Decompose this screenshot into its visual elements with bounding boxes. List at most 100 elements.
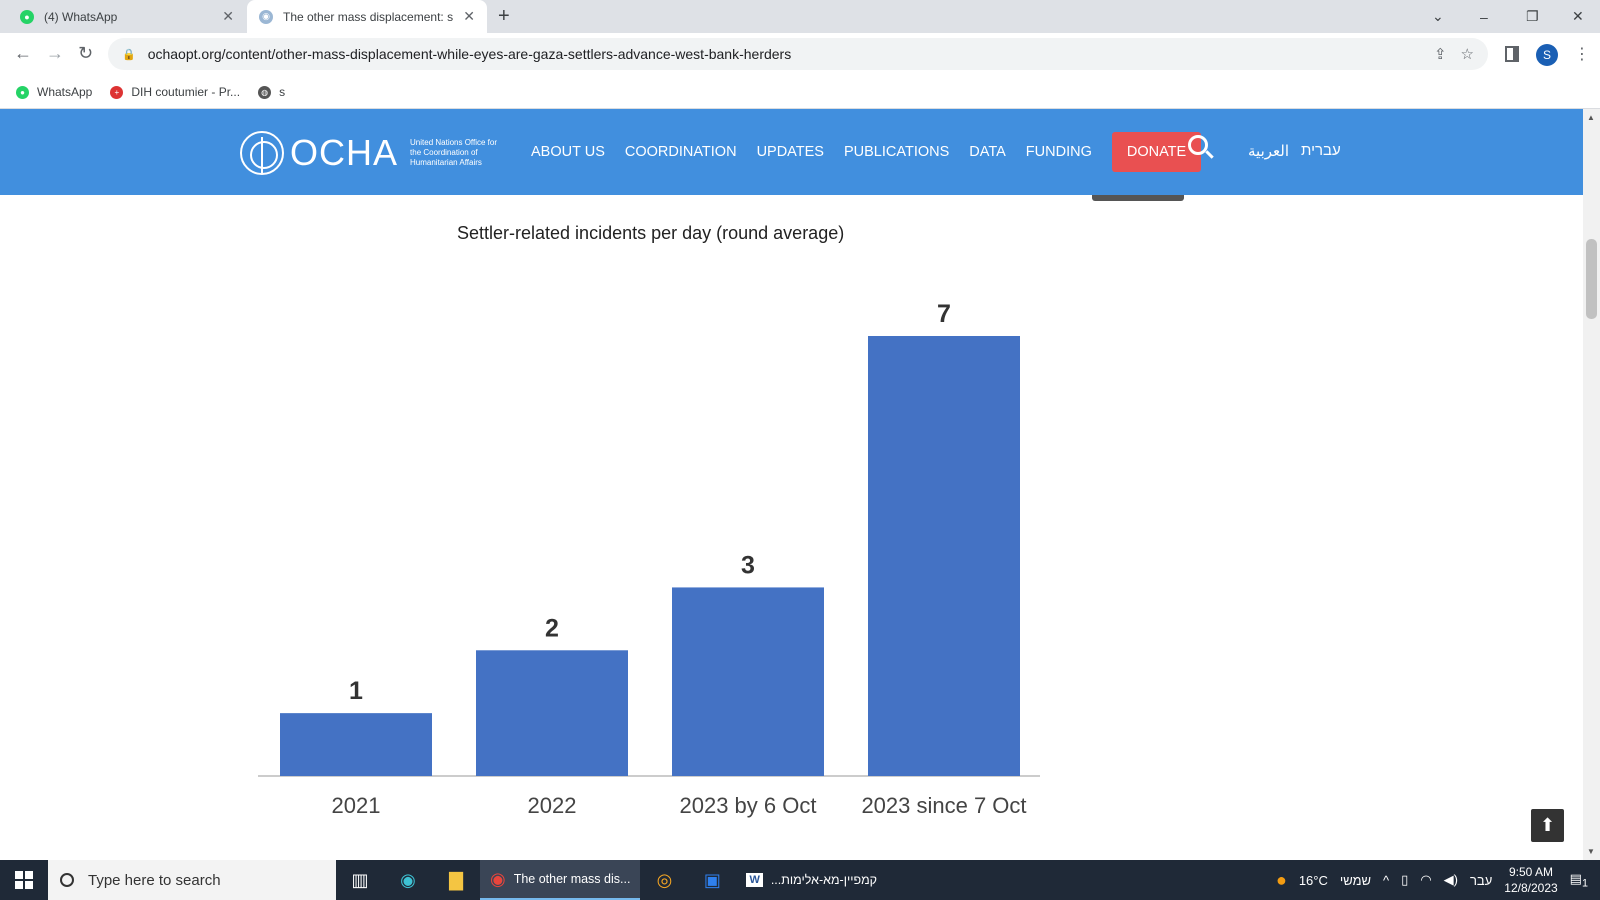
data-label: 3 xyxy=(741,551,755,579)
menu-item-data[interactable]: DATA xyxy=(969,144,1006,160)
volume-icon[interactable]: ◀) xyxy=(1444,872,1458,888)
bar xyxy=(672,587,824,776)
minimize-icon[interactable]: – xyxy=(1480,0,1488,33)
scroll-up-icon[interactable]: ▲ xyxy=(1587,113,1595,122)
x-tick-label: 2021 xyxy=(332,793,381,818)
edge-icon[interactable]: ◉ xyxy=(384,860,432,900)
bookmarks-bar: ● WhatsApp + DIH coutumier - Pr... ◍ s xyxy=(0,76,1600,109)
notifications-icon[interactable]: ▤1 xyxy=(1570,871,1588,890)
page-viewport: OCHA United Nations Office for the Coord… xyxy=(0,109,1583,860)
taskbar-app-chrome[interactable]: ◉ The other mass dis... xyxy=(480,860,641,900)
windows-logo-icon xyxy=(15,871,33,889)
logo-wordmark: OCHA xyxy=(290,132,399,173)
red-cross-icon: + xyxy=(110,85,124,99)
side-panel-icon[interactable] xyxy=(1505,46,1519,62)
un-emblem-icon xyxy=(240,131,284,175)
task-view-icon[interactable]: ▥ xyxy=(336,860,384,900)
chrome-icon: ◉ xyxy=(490,868,506,889)
bar xyxy=(280,713,432,776)
word-icon: W xyxy=(746,873,763,887)
data-label: 1 xyxy=(349,677,363,705)
x-tick-label: 2023 by 6 Oct xyxy=(680,793,817,818)
start-button[interactable] xyxy=(0,860,48,900)
address-bar[interactable]: 🔒 ochaopt.org/content/other-mass-displac… xyxy=(108,38,1488,70)
profile-avatar[interactable]: S xyxy=(1536,44,1558,66)
bar-chart: 1 2021 2 2022 3 2023 by 6 Oct 7 2023 since 7 Oc… xyxy=(258,300,1040,818)
wifi-icon[interactable]: ◠ xyxy=(1420,872,1431,888)
input-language[interactable]: עבר xyxy=(1470,873,1492,888)
taskbar-app-label: The other mass dis... xyxy=(513,872,631,886)
page-scrollbar[interactable]: ▲ ▼ xyxy=(1583,109,1600,860)
x-tick-label: 2022 xyxy=(528,793,577,818)
tab-whatsapp[interactable]: ● (4) WhatsApp ✕ xyxy=(8,0,246,33)
device-icon[interactable]: ▯ xyxy=(1401,872,1408,888)
restore-icon[interactable]: ❐ xyxy=(1526,0,1539,33)
main-menu: ABOUT US COORDINATION UPDATES PUBLICATIO… xyxy=(531,109,1202,195)
data-label: 7 xyxy=(937,300,951,328)
clock-date: 12/8/2023 xyxy=(1504,881,1558,895)
menu-item-publications[interactable]: PUBLICATIONS xyxy=(844,144,949,160)
weather-temp[interactable]: 16°C xyxy=(1299,873,1328,888)
data-label: 2 xyxy=(545,614,559,642)
site-header: OCHA United Nations Office for the Coord… xyxy=(0,109,1583,195)
scrollbar-thumb[interactable] xyxy=(1586,239,1597,319)
scroll-to-top-button[interactable]: ⬆ xyxy=(1531,809,1564,842)
lang-hebrew[interactable]: עברית xyxy=(1301,142,1341,160)
logo-subtitle: United Nations Office for the Coordinati… xyxy=(410,138,498,167)
taskbar-app-label: ...קמפיין-מא-אלימות xyxy=(770,873,878,887)
clock[interactable]: 9:50 AM 12/8/2023 xyxy=(1504,864,1557,896)
bookmark-label: DIH coutumier - Pr... xyxy=(131,85,241,99)
search-icon xyxy=(60,873,74,887)
search-icon[interactable] xyxy=(1188,135,1208,155)
menu-item-funding[interactable]: FUNDING xyxy=(1026,144,1092,160)
x-tick-label: 2023 since 7 Oct xyxy=(861,793,1026,818)
taskbar-search[interactable]: Type here to search xyxy=(48,860,336,900)
menu-item-updates[interactable]: UPDATES xyxy=(757,144,824,160)
chevron-up-icon[interactable]: ^ xyxy=(1383,873,1389,888)
url-text: ochaopt.org/content/other-mass-displacem… xyxy=(147,46,792,62)
bookmark-dih[interactable]: + DIH coutumier - Pr... xyxy=(110,85,240,99)
tab-title: (4) WhatsApp xyxy=(44,9,118,24)
bookmark-s[interactable]: ◍ s xyxy=(258,85,285,99)
chart-container: Settler-related incidents per day (round… xyxy=(0,195,1583,860)
bookmark-star-icon[interactable]: ☆ xyxy=(1461,45,1474,63)
file-explorer-icon[interactable]: ▇ xyxy=(432,860,480,900)
browser-toolbar: ← → ↻ 🔒 ochaopt.org/content/other-mass-d… xyxy=(0,33,1600,76)
bookmark-label: s xyxy=(279,85,286,99)
app-icon[interactable]: ◎ xyxy=(640,860,688,900)
forward-arrow-icon[interactable]: → xyxy=(46,43,64,64)
new-tab-button[interactable]: + xyxy=(498,5,510,28)
tab-search-chevron-icon[interactable]: ⌄ xyxy=(1432,0,1444,33)
menu-item-coordination[interactable]: COORDINATION xyxy=(625,144,737,160)
outlook-icon[interactable]: ▣ xyxy=(688,860,736,900)
donate-button[interactable]: DONATE xyxy=(1111,132,1202,172)
back-arrow-icon[interactable]: ← xyxy=(14,43,32,64)
un-emblem-icon: ◉ xyxy=(259,9,273,24)
menu-item-about-us[interactable]: ABOUT US xyxy=(531,144,605,160)
close-icon[interactable]: ✕ xyxy=(222,8,234,25)
system-tray: ● 16°C שמשי ^ ▯ ◠ ◀) עבר 9:50 AM 12/8/20… xyxy=(1276,860,1600,900)
lock-icon: 🔒 xyxy=(122,48,136,61)
weather-sun-icon[interactable]: ● xyxy=(1276,870,1287,891)
tab-strip: ● (4) WhatsApp ✕ ◉ The other mass displa… xyxy=(0,0,1600,33)
bar xyxy=(476,650,628,776)
window-close-icon[interactable]: ✕ xyxy=(1572,0,1584,33)
taskbar-search-placeholder: Type here to search xyxy=(88,871,221,889)
clock-time: 9:50 AM xyxy=(1508,865,1553,879)
close-icon[interactable]: ✕ xyxy=(463,8,475,25)
tab-ocha-article[interactable]: ◉ The other mass displacement: s ✕ xyxy=(247,0,487,33)
scroll-down-icon[interactable]: ▼ xyxy=(1587,847,1595,856)
weather-day: שמשי xyxy=(1339,872,1372,888)
notification-count: 1 xyxy=(1581,877,1588,890)
lang-arabic[interactable]: العربية xyxy=(1248,142,1289,160)
menu-kebab-icon[interactable]: ⋮ xyxy=(1574,44,1590,64)
taskbar-app-word[interactable]: W ...קמפיין-מא-אלימות xyxy=(736,860,887,900)
tab-title: The other mass displacement: s xyxy=(283,9,454,24)
reload-icon[interactable]: ↻ xyxy=(78,43,93,64)
bar xyxy=(868,336,1020,776)
language-switcher: العربية עברית xyxy=(1248,142,1341,160)
bookmark-whatsapp[interactable]: ● WhatsApp xyxy=(16,85,92,99)
share-icon[interactable]: ⇪ xyxy=(1434,45,1447,63)
ocha-logo[interactable]: OCHA United Nations Office for the Coord… xyxy=(240,131,502,175)
bookmark-label: WhatsApp xyxy=(37,85,93,99)
